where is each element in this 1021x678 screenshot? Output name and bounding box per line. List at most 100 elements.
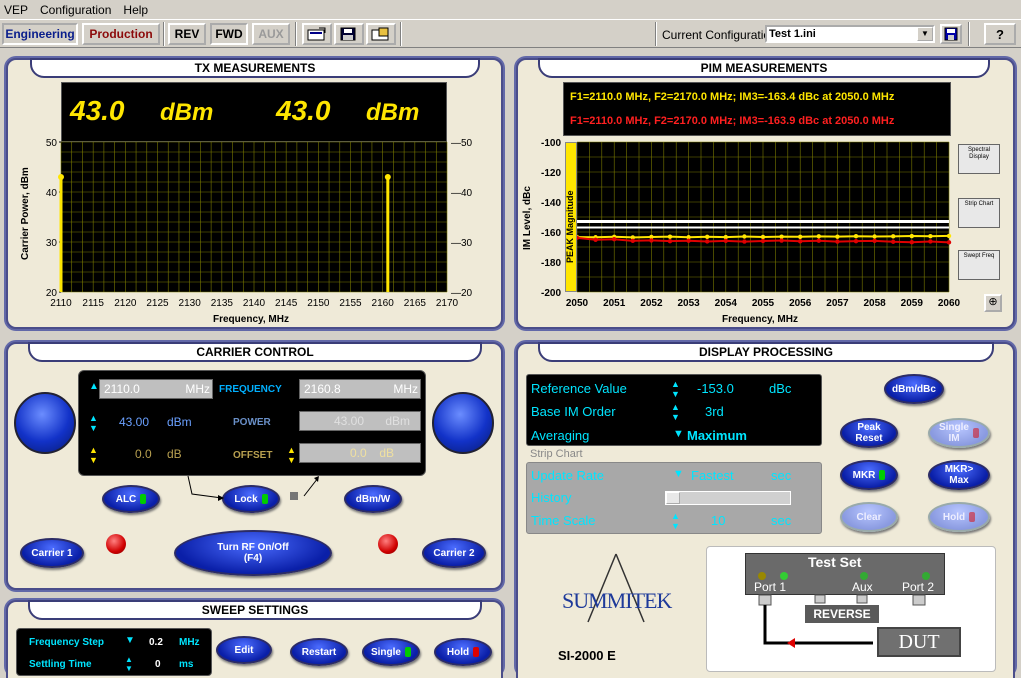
edit-button[interactable]: Edit [216, 636, 272, 664]
pim-y-tick: -200 [541, 288, 561, 299]
offset-label: OFFSET [233, 450, 273, 461]
open-config-icon[interactable] [302, 23, 332, 45]
o2-field[interactable]: 0.0 dB [299, 443, 421, 463]
dut-label: DUT [877, 627, 961, 657]
carrier2-knob[interactable] [432, 392, 494, 454]
pim-series-point [705, 234, 710, 239]
avg-dropdown-icon[interactable]: ▼ [673, 428, 684, 440]
step-dropdown-icon[interactable]: ▼ [125, 635, 135, 646]
carrier1-knob[interactable] [14, 392, 76, 454]
zoom-icon[interactable]: ⊕ [984, 294, 1002, 312]
alc-button[interactable]: ALC [102, 485, 160, 513]
sweep-single-button[interactable]: Single [362, 638, 420, 666]
pim-panel: PIM MEASUREMENTS F1=2110.0 MHz, F2=2170.… [516, 58, 1015, 329]
f1-field[interactable]: 2110.0 MHz [99, 379, 213, 399]
save-config-icon[interactable] [334, 23, 364, 45]
tx-x-tick: 2165 [404, 298, 427, 309]
engineering-tab[interactable]: Engineering [2, 23, 78, 45]
menu-help[interactable]: Help [123, 3, 148, 17]
tx-x-axis-label: Frequency, MHz [213, 314, 289, 325]
config-label: Current Configuration: [662, 28, 781, 42]
tx-x-tick: 2135 [211, 298, 234, 309]
menu-vep[interactable]: VEP [4, 3, 28, 17]
rf-toggle-button[interactable]: Turn RF On/Off (F4) [174, 530, 332, 576]
carrier-panel: CARRIER CONTROL ▲ 2110.0 MHz FREQUENCY 21… [6, 342, 503, 590]
peak-reset-button[interactable]: Peak Reset [840, 418, 898, 448]
p1-value: 43.00 [119, 415, 150, 429]
mkr-max-button[interactable]: MKR> Max [928, 460, 990, 490]
mkr-button[interactable]: MKR [840, 460, 898, 490]
tx-x-tick: 2125 [146, 298, 169, 309]
tx-x-tick: 2170 [436, 298, 459, 309]
pim-y-axis-label: IM Level, dBc [522, 186, 533, 250]
clear-button[interactable]: Clear [840, 502, 898, 532]
settle-label: Settling Time [29, 659, 92, 670]
tx-x-tick: 2140 [243, 298, 266, 309]
strip-chart-button[interactable]: Strip Chart [958, 198, 1000, 228]
tx-x-tick: 2110 [50, 298, 72, 309]
o1-unit: dB [167, 447, 182, 461]
p2-field[interactable]: 43.00 dBm [299, 411, 421, 431]
order-stepper-icon[interactable]: ▲ ▼ [671, 402, 680, 422]
pim-series-point [779, 234, 784, 239]
pim-series-point [630, 238, 635, 244]
pim-series-point [612, 237, 617, 242]
scale-stepper-icon[interactable]: ▲ ▼ [671, 511, 680, 531]
fwd-button[interactable]: FWD [210, 23, 248, 45]
folder-config-icon[interactable] [366, 23, 396, 45]
hold-button[interactable]: Hold [928, 502, 990, 532]
pim-series-point [798, 234, 803, 239]
pim-series-point [928, 234, 933, 239]
sweep-panel: SWEEP SETTINGS Frequency Step ▼ 0.2 MHz … [6, 600, 503, 678]
tx-y-tick-right: —30 [451, 238, 473, 249]
order-label: Base IM Order [531, 404, 616, 419]
config-select[interactable]: Test 1.ini ▼ [765, 25, 935, 43]
o1-value: 0.0 [135, 447, 152, 461]
pim-series-point [705, 239, 710, 244]
pim-y-tick: -100 [541, 138, 561, 149]
ref-value: -153.0 [697, 381, 734, 396]
sweep-title: SWEEP SETTINGS [28, 600, 482, 620]
sweep-hold-button[interactable]: Hold [434, 638, 492, 666]
pim-series-point [909, 240, 914, 245]
o1-stepper-icon[interactable]: ▲ ▼ [89, 445, 98, 465]
o2-stepper-icon[interactable]: ▲ ▼ [287, 445, 296, 465]
restart-button[interactable]: Restart [290, 638, 348, 666]
pim-y-tick: -180 [541, 258, 561, 269]
pim-series-point [760, 234, 766, 240]
rev-button[interactable]: REV [168, 23, 206, 45]
pim-y-tick: -160 [541, 228, 561, 239]
pim-x-tick: 2052 [640, 298, 663, 309]
toolbar: Engineering Production REV FWD AUX Curre… [0, 20, 1021, 48]
pim-series-point [742, 239, 747, 244]
summitek-logo-text: SUMMITEK [562, 588, 672, 613]
single-im-button[interactable]: Single IM [928, 418, 990, 448]
menu-configuration[interactable]: Configuration [40, 3, 111, 17]
dbm-dbc-button[interactable]: dBm/dBc [884, 374, 944, 404]
f2-field[interactable]: 2160.8 MHz [299, 379, 421, 399]
p1-stepper-icon[interactable]: ▲ ▼ [89, 413, 98, 433]
ref-stepper-icon[interactable]: ▲ ▼ [671, 379, 680, 399]
rate-dropdown-icon[interactable]: ▼ [673, 468, 684, 480]
save-icon[interactable] [940, 24, 962, 44]
production-tab[interactable]: Production [82, 23, 160, 45]
scale-label: Time Scale [531, 513, 596, 528]
history-slider-thumb[interactable] [666, 492, 680, 504]
model-label: SI-2000 E [558, 648, 616, 663]
settle-stepper-icon[interactable]: ▲ ▼ [125, 655, 133, 673]
spectral-display-button[interactable]: Spectral Display [958, 144, 1000, 174]
dbmw-button[interactable]: dBm/W [344, 485, 402, 513]
tx-x-tick: 2120 [114, 298, 137, 309]
swept-freq-button[interactable]: Swept Freq [958, 250, 1000, 280]
carrier1-button[interactable]: Carrier 1 [20, 538, 84, 568]
history-slider[interactable] [665, 491, 791, 505]
help-button[interactable]: ? [984, 23, 1016, 45]
history-label: History [531, 490, 572, 505]
tx-carrier-point [58, 174, 64, 180]
peak-magnitude-bar: PEAK Magnitude [565, 142, 577, 292]
frequency-label: FREQUENCY [219, 384, 282, 395]
rate-value: Fastest [691, 468, 734, 483]
aux-button[interactable]: AUX [252, 23, 290, 45]
carrier2-button[interactable]: Carrier 2 [422, 538, 486, 568]
tx-y-tick-right: —40 [451, 188, 473, 199]
